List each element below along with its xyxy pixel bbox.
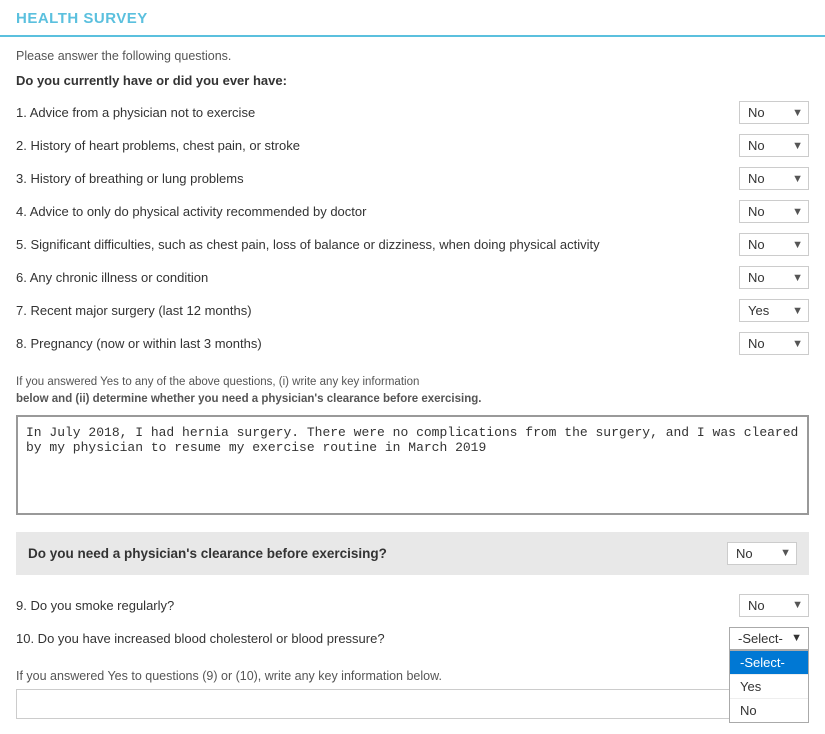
yes-info-label: If you answered Yes to any of the above … <box>16 374 809 409</box>
question-10-selected: -Select- <box>738 631 783 646</box>
question-row-6: 6. Any chronic illness or conditionNoYes… <box>16 261 809 294</box>
question-9-select-wrapper: No Yes ▼ <box>739 594 809 617</box>
question-8-text: 8. Pregnancy (now or within last 3 month… <box>16 336 739 351</box>
dropdown-option-select[interactable]: -Select- <box>730 651 808 675</box>
question-1-select[interactable]: NoYes <box>739 101 809 124</box>
question-10-trigger[interactable]: -Select- ▼ <box>729 627 809 650</box>
question-1-text: 1. Advice from a physician not to exerci… <box>16 105 739 120</box>
header: HEALTH SURVEY <box>0 0 825 37</box>
question-5-select[interactable]: NoYes <box>739 233 809 256</box>
question-6-select[interactable]: NoYes <box>739 266 809 289</box>
question-row-2: 2. History of heart problems, chest pain… <box>16 129 809 162</box>
bottom-note: If you answered Yes to questions (9) or … <box>16 669 809 683</box>
section-label: Do you currently have or did you ever ha… <box>16 73 809 88</box>
question-6-select-wrapper: NoYes▼ <box>739 266 809 289</box>
question-row-7: 7. Recent major surgery (last 12 months)… <box>16 294 809 327</box>
question-8-select-wrapper: NoYes▼ <box>739 332 809 355</box>
bottom-textarea[interactable] <box>16 689 809 719</box>
question-2-select-wrapper: NoYes▼ <box>739 134 809 157</box>
page-title: HEALTH SURVEY <box>16 10 148 27</box>
question-10-text: 10. Do you have increased blood choleste… <box>16 631 729 646</box>
content-area: Please answer the following questions. D… <box>0 37 825 734</box>
question-row-8: 8. Pregnancy (now or within last 3 month… <box>16 327 809 360</box>
dropdown-option-no[interactable]: No <box>730 699 808 722</box>
page-container: HEALTH SURVEY Please answer the followin… <box>0 0 825 734</box>
question-7-select-wrapper: NoYes▼ <box>739 299 809 322</box>
question-9-select[interactable]: No Yes <box>739 594 809 617</box>
smoke-questions: 9. Do you smoke regularly? No Yes ▼ 10. … <box>16 585 809 659</box>
question-4-text: 4. Advice to only do physical activity r… <box>16 204 739 219</box>
question-row-1: 1. Advice from a physician not to exerci… <box>16 96 809 129</box>
question-2-text: 2. History of heart problems, chest pain… <box>16 138 739 153</box>
question-1-select-wrapper: NoYes▼ <box>739 101 809 124</box>
question-2-select[interactable]: NoYes <box>739 134 809 157</box>
question-3-select[interactable]: NoYes <box>739 167 809 190</box>
question-row-10: 10. Do you have increased blood choleste… <box>16 622 809 655</box>
physician-clearance-row: Do you need a physician's clearance befo… <box>16 532 809 575</box>
question-9-text: 9. Do you smoke regularly? <box>16 598 739 613</box>
question-row-3: 3. History of breathing or lung problems… <box>16 162 809 195</box>
question-4-select[interactable]: NoYes <box>739 200 809 223</box>
question-7-text: 7. Recent major surgery (last 12 months) <box>16 303 739 318</box>
questions-list: 1. Advice from a physician not to exerci… <box>16 96 809 360</box>
question-8-select[interactable]: NoYes <box>739 332 809 355</box>
question-row-5: 5. Significant difficulties, such as che… <box>16 228 809 261</box>
question-10-dropdown-container: -Select- ▼ -Select- Yes No <box>729 627 809 650</box>
physician-clearance-select[interactable]: No Yes <box>727 542 797 565</box>
question-10-dropdown: -Select- Yes No <box>729 650 809 723</box>
question-4-select-wrapper: NoYes▼ <box>739 200 809 223</box>
question-3-text: 3. History of breathing or lung problems <box>16 171 739 186</box>
chevron-down-icon-10: ▼ <box>791 632 802 644</box>
question-row-9: 9. Do you smoke regularly? No Yes ▼ <box>16 589 809 622</box>
physician-clearance-label: Do you need a physician's clearance befo… <box>28 546 387 561</box>
question-3-select-wrapper: NoYes▼ <box>739 167 809 190</box>
question-row-4: 4. Advice to only do physical activity r… <box>16 195 809 228</box>
question-6-text: 6. Any chronic illness or condition <box>16 270 739 285</box>
question-5-select-wrapper: NoYes▼ <box>739 233 809 256</box>
dropdown-option-yes[interactable]: Yes <box>730 675 808 699</box>
question-7-select[interactable]: NoYes <box>739 299 809 322</box>
intro-text: Please answer the following questions. <box>16 49 809 63</box>
question-5-text: 5. Significant difficulties, such as che… <box>16 237 739 252</box>
physician-clearance-select-wrapper: No Yes ▼ <box>727 542 797 565</box>
yes-info-textarea[interactable] <box>16 415 809 515</box>
